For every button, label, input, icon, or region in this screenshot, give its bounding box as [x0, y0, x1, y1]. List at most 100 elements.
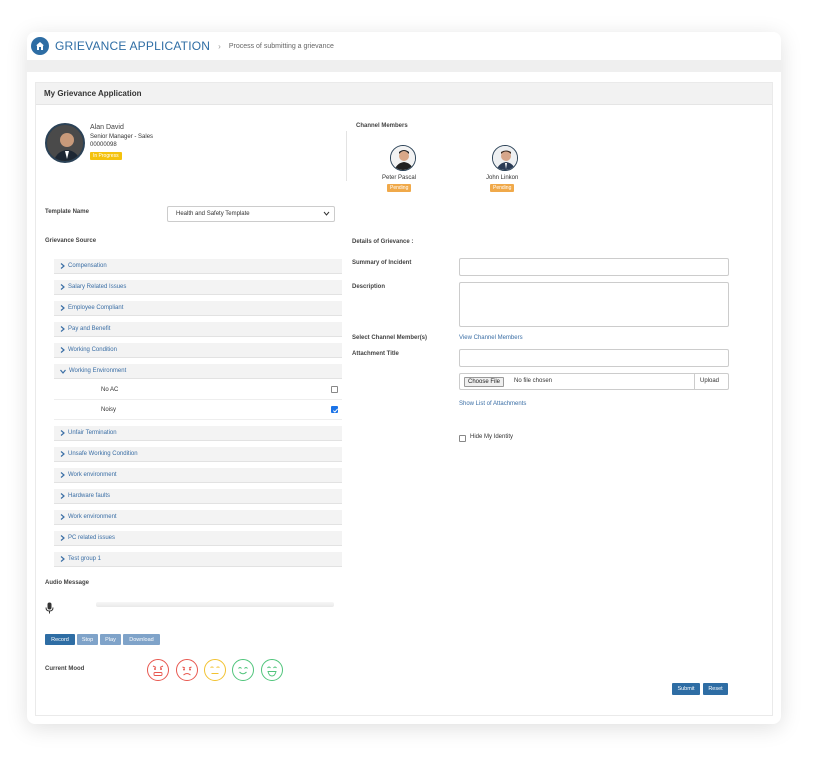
view-channel-members-link[interactable]: View Channel Members	[459, 335, 523, 341]
description-textarea[interactable]	[459, 282, 729, 327]
download-button[interactable]: Download	[123, 634, 160, 645]
home-icon[interactable]	[31, 37, 49, 55]
grievance-panel: My Grievance Application Alan David Seni…	[35, 82, 773, 716]
reset-button[interactable]: Reset	[703, 683, 728, 695]
source-group[interactable]: Test group 1	[54, 552, 342, 567]
chevron-right-icon	[60, 263, 65, 269]
source-group-label: Work environment	[68, 514, 117, 520]
choose-file-button[interactable]: Choose File	[464, 377, 505, 387]
chevron-right-icon	[60, 347, 65, 353]
chevron-right-icon	[60, 535, 65, 541]
source-group-label: Employee Compliant	[68, 305, 124, 311]
source-item-label: Noisy	[101, 406, 117, 413]
member-name: Peter Pascal	[382, 175, 417, 181]
source-group-label: Unsafe Working Condition	[68, 451, 138, 457]
app-subtitle: Process of submitting a grievance	[228, 42, 334, 50]
chevron-right-icon	[60, 472, 65, 478]
source-group[interactable]: Hardware faults	[54, 489, 342, 504]
header-strip	[27, 60, 781, 72]
mood-sad-icon[interactable]	[176, 659, 198, 681]
source-group-label: PC related issues	[68, 535, 116, 541]
hide-identity-label: Hide My Identity	[470, 434, 514, 440]
source-group[interactable]: Salary Related Issues	[54, 280, 342, 295]
summary-input[interactable]	[459, 258, 729, 276]
source-group-label: Pay and Benefit	[68, 326, 111, 332]
source-group[interactable]: Pay and Benefit	[54, 322, 342, 337]
employee-designation: Senior Manager - Sales	[90, 134, 154, 140]
source-group[interactable]: Unfair Termination	[54, 426, 342, 441]
source-group[interactable]: Unsafe Working Condition	[54, 447, 342, 462]
show-attachments-link[interactable]: Show List of Attachments	[459, 401, 526, 407]
grievance-source-label: Grievance Source	[45, 238, 97, 244]
chevron-down-icon	[323, 210, 330, 219]
source-item: No AC	[54, 380, 342, 400]
source-group-label: Work environment	[68, 472, 117, 478]
audio-player-bar[interactable]	[96, 602, 334, 607]
mood-neutral-icon[interactable]	[204, 659, 226, 681]
source-group-label: Working Condition	[68, 347, 117, 353]
summary-label: Summary of Incident	[352, 260, 412, 266]
mood-very-happy-icon[interactable]	[261, 659, 283, 681]
source-item-checkbox[interactable]	[331, 406, 339, 413]
status-badge: In Progress	[90, 152, 122, 160]
member-status-badge: Pending	[387, 184, 412, 192]
source-item-checkbox[interactable]	[331, 386, 338, 393]
panel-title: My Grievance Application	[36, 83, 772, 105]
upload-button[interactable]: Upload	[700, 378, 719, 384]
source-group-label: Compensation	[68, 263, 107, 269]
description-label: Description	[352, 284, 386, 290]
mood-very-angry-icon[interactable]	[147, 659, 169, 681]
source-group[interactable]: Work environment	[54, 510, 342, 525]
chevron-right-icon	[60, 430, 65, 436]
source-group-label: Salary Related Issues	[68, 284, 127, 290]
employee-avatar	[45, 123, 85, 163]
source-group-label: Unfair Termination	[68, 430, 117, 436]
file-picker: Choose File No file chosen Upload	[459, 373, 729, 390]
chevron-right-icon	[60, 451, 65, 457]
attachment-title-label: Attachment Title	[352, 351, 399, 357]
submit-button[interactable]: Submit	[672, 683, 700, 695]
chevron-down-icon	[60, 369, 66, 374]
employee-name: Alan David	[90, 124, 124, 131]
source-group-expanded[interactable]: Working Environment	[54, 364, 342, 379]
member-status-badge: Pending	[490, 184, 515, 192]
chevron-right-icon	[60, 493, 65, 499]
app-window: GRIEVANCE APPLICATION › Process of submi…	[27, 32, 781, 724]
select-members-label: Select Channel Member(s)	[352, 335, 428, 341]
mood-happy-icon[interactable]	[232, 659, 254, 681]
template-value: Health and Safety Template	[176, 211, 250, 217]
employee-id: 00000098	[90, 142, 117, 148]
source-item: Noisy	[54, 400, 342, 420]
audio-message-label: Audio Message	[45, 580, 90, 586]
source-group[interactable]: Employee Compliant	[54, 301, 342, 316]
chevron-right-icon	[60, 284, 65, 290]
member-avatar	[492, 145, 518, 171]
stop-button[interactable]: Stop	[77, 634, 98, 645]
source-group-label: Test group 1	[68, 556, 102, 562]
source-group-label: Working Environment	[69, 368, 127, 374]
microphone-icon[interactable]	[45, 601, 54, 619]
attachment-title-input[interactable]	[459, 349, 729, 367]
member-avatar	[390, 145, 416, 171]
no-file-chosen-text: No file chosen	[514, 378, 553, 384]
divider	[694, 374, 695, 389]
chevron-right-icon	[60, 326, 65, 332]
details-heading: Details of Grievance :	[352, 239, 414, 245]
chevron-right-icon	[60, 514, 65, 520]
source-group[interactable]: PC related issues	[54, 531, 342, 546]
source-group[interactable]: Compensation	[54, 259, 342, 274]
divider	[346, 131, 347, 181]
source-group[interactable]: Work environment	[54, 468, 342, 483]
top-bar: GRIEVANCE APPLICATION › Process of submi…	[27, 32, 781, 60]
app-title: GRIEVANCE APPLICATION	[55, 39, 211, 53]
play-button[interactable]: Play	[100, 634, 121, 645]
breadcrumb-separator: ›	[218, 41, 221, 51]
record-button[interactable]: Record	[45, 634, 75, 645]
template-select[interactable]: Health and Safety Template	[167, 206, 335, 222]
chevron-right-icon	[60, 305, 65, 311]
member-name: John Linkon	[486, 175, 519, 181]
source-group[interactable]: Working Condition	[54, 343, 342, 358]
chevron-right-icon	[60, 556, 65, 562]
hide-identity-checkbox[interactable]	[459, 435, 466, 442]
channel-members-heading: Channel Members	[356, 123, 408, 129]
